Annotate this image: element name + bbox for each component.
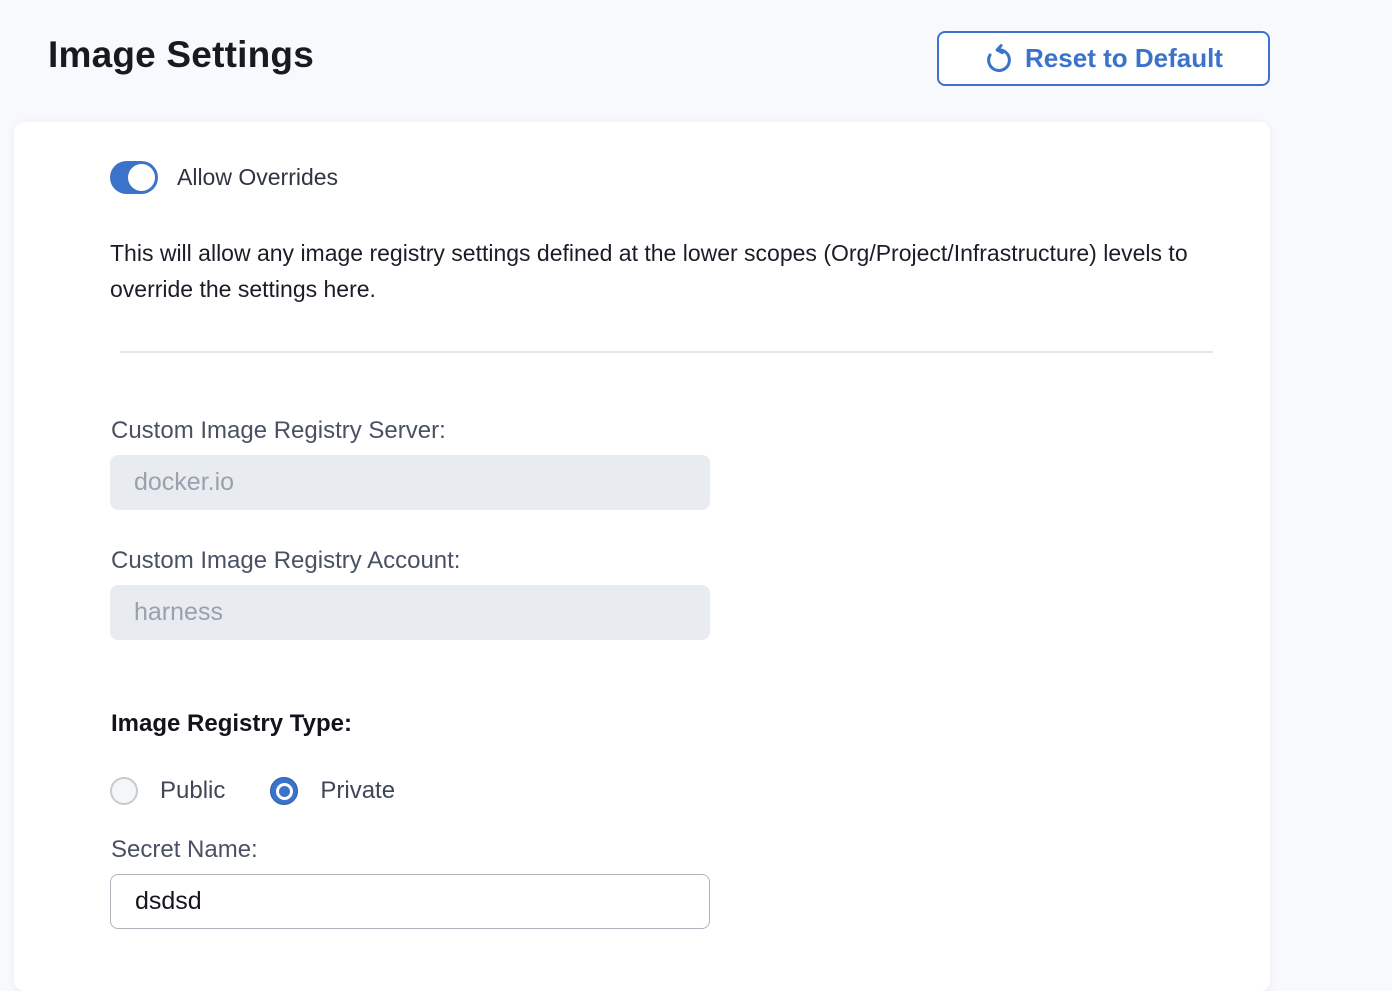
- registry-type-radio-group: Public Private: [110, 777, 395, 805]
- page-title: Image Settings: [48, 34, 314, 76]
- reset-counterclockwise-icon: [984, 44, 1014, 74]
- reset-to-default-button[interactable]: Reset to Default: [937, 31, 1270, 86]
- registry-account-input[interactable]: [110, 585, 710, 640]
- registry-server-input[interactable]: [110, 455, 710, 510]
- public-radio-option[interactable]: Public: [110, 777, 225, 805]
- public-radio[interactable]: [110, 777, 138, 805]
- registry-type-label: Image Registry Type:: [111, 710, 352, 738]
- registry-account-label: Custom Image Registry Account:: [111, 547, 460, 575]
- private-radio[interactable]: [270, 777, 298, 805]
- allow-overrides-label: Allow Overrides: [177, 164, 338, 191]
- private-radio-label: Private: [320, 777, 395, 805]
- toggle-knob: [128, 164, 155, 191]
- allow-overrides-row: Allow Overrides: [110, 161, 338, 194]
- section-divider: [120, 351, 1213, 353]
- radio-inner-ring: [276, 783, 293, 800]
- allow-overrides-toggle[interactable]: [110, 161, 158, 194]
- private-radio-option[interactable]: Private: [270, 777, 395, 805]
- registry-server-label: Custom Image Registry Server:: [111, 417, 446, 445]
- secret-name-label: Secret Name:: [111, 836, 258, 864]
- secret-name-input[interactable]: [110, 874, 710, 929]
- overrides-description: This will allow any image registry setti…: [110, 235, 1232, 307]
- radio-inner-dot: [279, 786, 290, 797]
- image-settings-card: Allow Overrides This will allow any imag…: [14, 122, 1270, 991]
- public-radio-label: Public: [160, 777, 225, 805]
- reset-button-label: Reset to Default: [1025, 43, 1223, 74]
